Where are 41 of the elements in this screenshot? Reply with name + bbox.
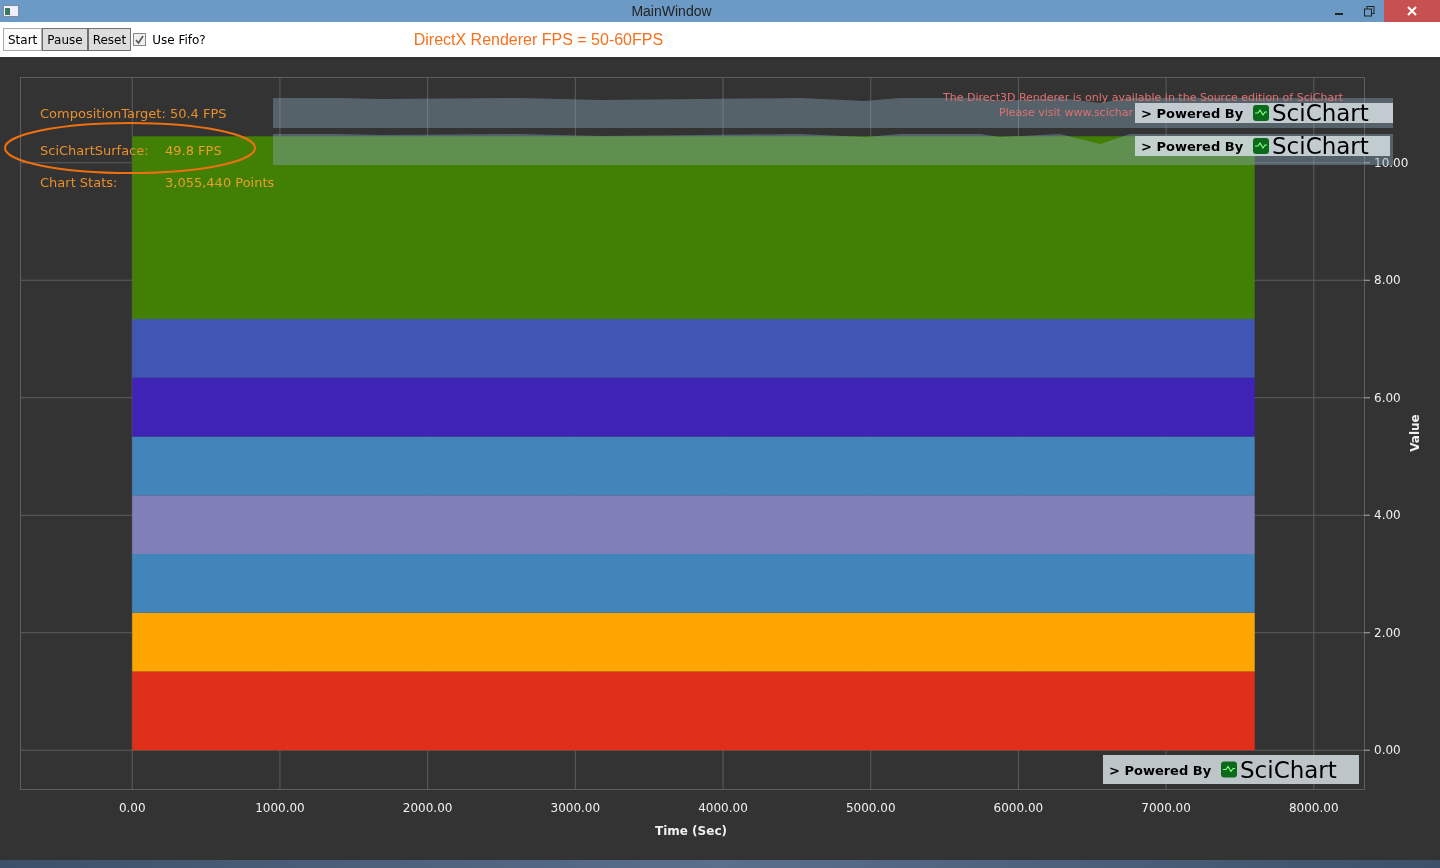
logo-text: SciChart — [1240, 756, 1337, 783]
close-button[interactable] — [1384, 0, 1440, 22]
toolbar-button[interactable]: Reset — [87, 28, 132, 51]
axis-tick-label: 5000.00 — [845, 801, 896, 815]
axis-tick-label: 8000.00 — [1288, 801, 1339, 815]
stats-label: SciChartSurface: — [40, 143, 149, 158]
axis-tick-label: 2.00 — [1374, 625, 1401, 640]
fps-label: DirectX Renderer FPS = 50-60FPS — [413, 30, 664, 49]
axis-tick-label: 10.00 — [1374, 155, 1409, 170]
axis-title: Value — [1408, 414, 1422, 452]
restore-icon[interactable] — [1363, 5, 1375, 17]
logo-icon — [1253, 138, 1269, 154]
app-icon — [3, 5, 19, 17]
stats-label: Chart Stats: — [40, 175, 118, 190]
axis-tick-label: 2000.00 — [402, 801, 453, 815]
axis-tick-label: 8.00 — [1374, 273, 1401, 288]
toolbar-button[interactable]: Pause — [42, 28, 88, 51]
logo-icon — [1253, 105, 1269, 121]
axis-tick-label: 1000.00 — [255, 801, 305, 815]
close-icon — [1407, 6, 1417, 16]
axis-tick-label: 3000.00 — [550, 801, 601, 815]
stats-value: 3,055,440 Points — [165, 175, 275, 190]
axis-tick-label: 7000.00 — [1141, 801, 1191, 815]
axis-title: Time (Sec) — [655, 824, 727, 838]
axis-tick-label: 0.00 — [118, 801, 146, 815]
stats-label: CompositionTarget: 50.4 FPS — [40, 106, 227, 121]
badge-text: > Powered By — [1109, 762, 1212, 778]
toolbar-button[interactable]: Start — [3, 28, 43, 51]
logo-text: SciChart — [1272, 133, 1369, 159]
axis-tick-label: 0.00 — [1374, 743, 1401, 758]
badge-text: > Powered By — [1141, 139, 1244, 154]
window-title: MainWindow — [630, 3, 713, 19]
axis-tick-label: 4.00 — [1374, 508, 1401, 523]
axis-tick-label: 6000.00 — [993, 801, 1044, 815]
notice-text: Please visit www.scichar — [999, 106, 1133, 119]
checkbox-label: Use Fifo? — [152, 32, 206, 47]
checkbox[interactable] — [133, 33, 147, 46]
stats-value: 49.8 FPS — [165, 143, 222, 158]
badge-text: > Powered By — [1141, 106, 1244, 121]
axis-tick-label: 6.00 — [1374, 390, 1401, 405]
axis-tick-label: 4000.00 — [698, 801, 748, 815]
